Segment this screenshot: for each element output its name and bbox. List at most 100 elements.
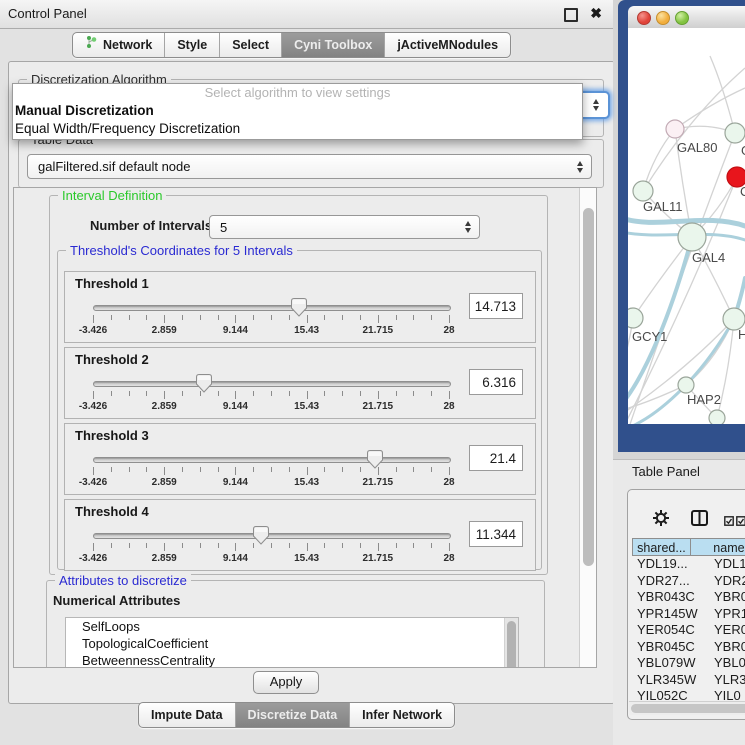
network-node[interactable] — [633, 181, 653, 201]
scale-label: 2.859 — [152, 477, 177, 488]
minor-tick — [289, 391, 290, 396]
attribute-list-item[interactable]: TopologicalCoefficient — [66, 635, 518, 652]
minor-tick — [218, 391, 219, 396]
table-row[interactable]: YPR145WYPR1 — [632, 606, 745, 623]
checkbox-checked-icon[interactable] — [736, 513, 745, 531]
network-node[interactable] — [628, 308, 643, 328]
slider-track[interactable] — [93, 305, 451, 311]
minor-tick — [253, 467, 254, 472]
scale-label: 28 — [443, 553, 454, 564]
mac-minimize-button[interactable] — [656, 11, 670, 25]
table-row[interactable]: YBR043CYBR0 — [632, 589, 745, 606]
tab-impute-data[interactable]: Impute Data — [139, 703, 235, 727]
table-row[interactable]: YDL19...YDL1 — [632, 556, 745, 573]
tab-label: Cyni Toolbox — [294, 33, 372, 57]
algorithm-option-manual-discretization[interactable]: Manual Discretization — [13, 102, 582, 120]
attributes-list-scrollbar[interactable] — [504, 618, 518, 668]
scale-label: 15.43 — [294, 553, 319, 564]
threshold-value-field[interactable]: 21.4 — [469, 445, 523, 471]
major-tick — [93, 467, 94, 475]
table-row[interactable]: YDR27...YDR2 — [632, 573, 745, 590]
split-view-icon[interactable] — [691, 510, 708, 531]
tab-label: Style — [177, 33, 207, 57]
tab-infer-network[interactable]: Infer Network — [349, 703, 454, 727]
table-row[interactable]: YBR045CYBR0 — [632, 639, 745, 656]
network-node[interactable] — [666, 120, 684, 138]
slider-track[interactable] — [93, 533, 451, 539]
minor-tick — [218, 315, 219, 320]
gear-icon[interactable] — [652, 509, 670, 532]
scale-label: 28 — [443, 401, 454, 412]
minor-tick — [200, 391, 201, 396]
network-canvas[interactable]: GAL80GAL11GAL4GCY1HAP2HGC — [628, 28, 745, 424]
scale-label: -3.426 — [79, 553, 107, 564]
checkbox-checked-icon[interactable] — [724, 513, 734, 531]
attributes-group: Attributes to discretize Numerical Attri… — [46, 580, 545, 668]
minor-tick — [200, 543, 201, 548]
table-row[interactable]: YER054CYER0 — [632, 622, 745, 639]
tab-network[interactable]: Network — [73, 33, 164, 57]
attribute-list-item[interactable]: SelfLoops — [66, 618, 518, 635]
network-edge[interactable] — [633, 237, 692, 318]
minor-tick — [129, 391, 130, 396]
minor-tick — [289, 467, 290, 472]
scrollbar-thumb[interactable] — [583, 208, 594, 566]
minor-tick — [396, 467, 397, 472]
scrollbar-thumb[interactable] — [631, 704, 745, 713]
settings-vertical-scrollbar[interactable] — [579, 188, 597, 667]
mac-zoom-button[interactable] — [675, 11, 689, 25]
minor-tick — [431, 543, 432, 548]
minor-tick — [324, 467, 325, 472]
tab-style[interactable]: Style — [164, 33, 219, 57]
tab-jactivemnodules[interactable]: jActiveMNodules — [384, 33, 510, 57]
threshold-panel-2: Threshold 2-3.4262.8599.14415.4321.71528… — [64, 347, 536, 419]
algorithm-option-equal-width-frequency-discretization[interactable]: Equal Width/Frequency Discretization — [13, 120, 582, 138]
threshold-value-field[interactable]: 6.316 — [469, 369, 523, 395]
minor-tick — [253, 391, 254, 396]
minor-tick — [200, 315, 201, 320]
minor-tick — [396, 391, 397, 396]
tab-select[interactable]: Select — [219, 33, 281, 57]
slider-ticks — [93, 391, 449, 400]
tab-cyni-toolbox[interactable]: Cyni Toolbox — [281, 33, 384, 57]
mac-close-button[interactable] — [637, 11, 651, 25]
float-window-icon[interactable] — [564, 8, 578, 22]
minor-tick — [360, 543, 361, 548]
tab-discretize-data[interactable]: Discretize Data — [235, 703, 350, 727]
table-horizontal-scrollbar[interactable] — [629, 701, 745, 715]
network-window-titlebar[interactable] — [628, 6, 745, 29]
network-node[interactable] — [678, 223, 706, 251]
algorithm-hint-item[interactable]: Select algorithm to view settings — [13, 84, 582, 102]
apply-button[interactable]: Apply — [253, 671, 319, 694]
node-table: shared...name YDL19...YDL1YDR27...YDR2YB… — [632, 538, 745, 705]
cell-name: YBL0 — [708, 655, 745, 672]
table-panel-box: shared...name YDL19...YDL1YDR27...YDR2YB… — [627, 489, 745, 720]
threshold-value-field[interactable]: 11.344 — [469, 521, 523, 547]
attributes-list: SelfLoopsTopologicalCoefficientBetweenne… — [65, 617, 519, 668]
slider-track[interactable] — [93, 381, 451, 387]
minor-tick — [396, 315, 397, 320]
table-data-combobox[interactable]: galFiltered.sif default node — [27, 154, 592, 179]
network-node[interactable] — [709, 410, 725, 424]
attribute-list-item[interactable]: BetweennessCentrality — [66, 652, 518, 668]
threshold-value-field[interactable]: 14.713 — [469, 293, 523, 319]
minor-tick — [271, 467, 272, 472]
scale-label: 21.715 — [363, 553, 394, 564]
close-icon[interactable]: ✖ — [590, 5, 602, 22]
network-node[interactable] — [725, 123, 745, 143]
network-node-label: G — [741, 143, 745, 158]
network-node-label: C — [740, 184, 745, 199]
table-row[interactable]: YBL079WYBL0 — [632, 655, 745, 672]
slider-track[interactable] — [93, 457, 451, 463]
table-row[interactable]: YLR345WYLR3 — [632, 672, 745, 689]
scale-label: 9.144 — [223, 401, 248, 412]
cell-name: YPR1 — [708, 606, 745, 623]
tab-label: Infer Network — [362, 703, 442, 727]
number-of-intervals-combobox[interactable]: 5 — [209, 215, 480, 239]
column-header-name[interactable]: name — [691, 538, 745, 556]
column-header-shared-[interactable]: shared... — [632, 538, 691, 556]
minor-tick — [289, 543, 290, 548]
major-tick — [307, 391, 308, 399]
cell-name: YLR3 — [708, 672, 745, 689]
network-node[interactable] — [678, 377, 694, 393]
